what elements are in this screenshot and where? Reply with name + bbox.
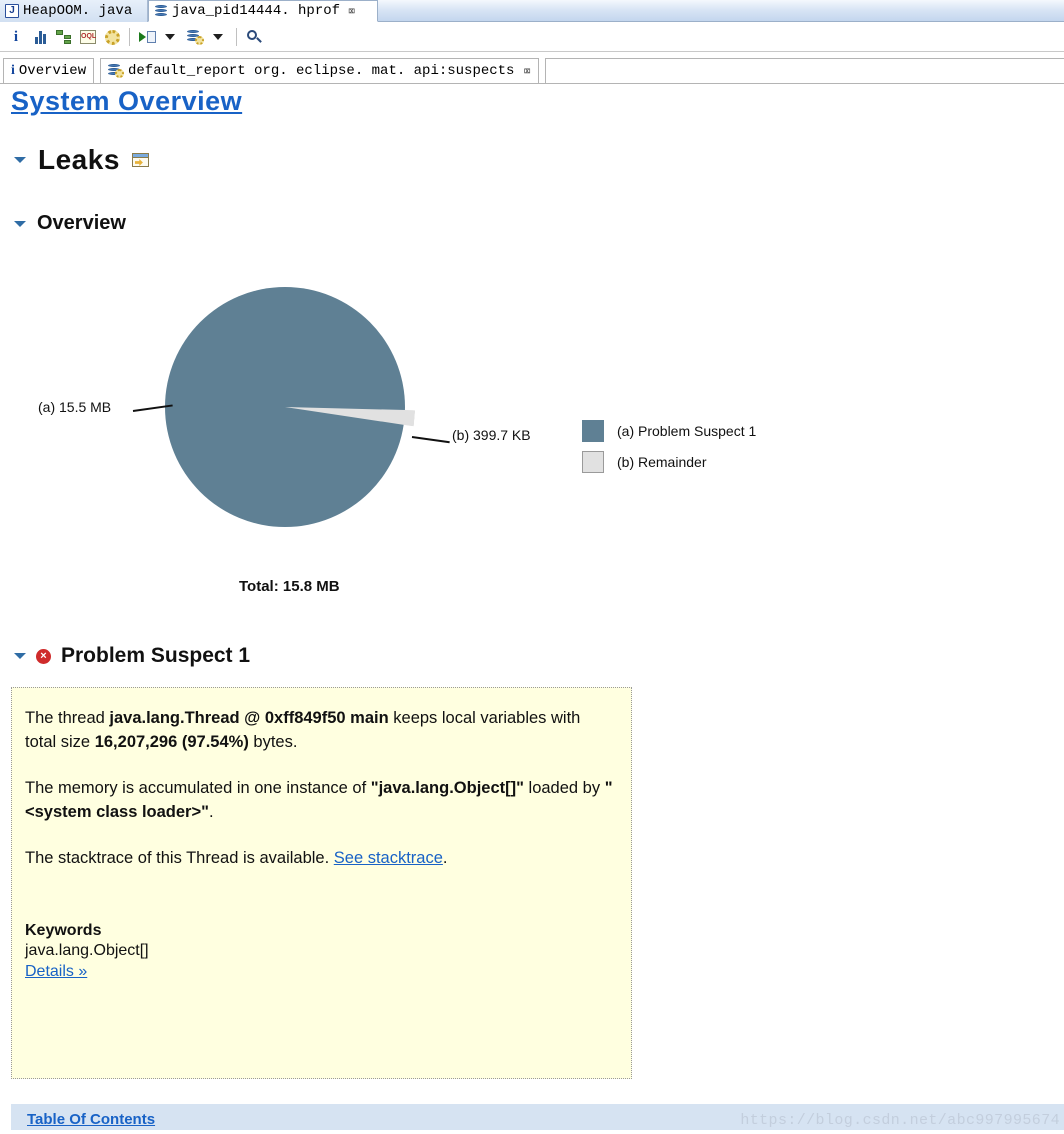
p2-post: .	[208, 803, 214, 821]
dominator-tree-icon[interactable]	[52, 25, 76, 49]
p2-mid: loaded by	[523, 779, 605, 797]
error-icon: ×	[36, 648, 51, 664]
p1-post: bytes.	[248, 733, 298, 751]
editor-toolbar: i OQL	[0, 23, 1064, 52]
section-overview[interactable]: Overview	[14, 212, 126, 235]
heap-dump-icon	[154, 4, 168, 18]
p3-post: .	[442, 849, 448, 867]
suspect-paragraph-1: The thread java.lang.Thread @ 0xff849f50…	[25, 706, 615, 754]
tab-default-report-suspects[interactable]: default_report org. eclipse. mat. api:su…	[100, 58, 539, 83]
pie-legend: (a) Problem Suspect 1 (b) Remainder	[582, 415, 756, 477]
keywords-value: java.lang.Object[]	[25, 942, 149, 959]
details-link[interactable]: Details »	[25, 963, 87, 981]
report-icon	[108, 64, 124, 78]
p1-size: 16,207,296 (97.54%)	[94, 733, 249, 751]
histogram-icon[interactable]	[28, 25, 52, 49]
suspect-paragraph-3: The stacktrace of this Thread is availab…	[25, 846, 615, 870]
overview-pie-chart: (a) 15.5 MB (b) 399.7 KB Total: 15.8 MB …	[0, 279, 860, 609]
overview-info-icon[interactable]: i	[4, 25, 28, 49]
watermark-text: https://blog.csdn.net/abc997995674	[740, 1112, 1060, 1129]
pie-slice-problem-suspect-1	[165, 287, 405, 527]
table-of-contents-link[interactable]: Table Of Contents	[27, 1111, 155, 1128]
see-stacktrace-link[interactable]: See stacktrace	[334, 849, 443, 867]
keywords-label: Keywords	[25, 922, 102, 939]
p3-pre: The stacktrace of this Thread is availab…	[25, 849, 334, 867]
editor-tab-label: java_pid14444. hprof	[172, 3, 341, 19]
page-title-link[interactable]: System Overview	[11, 86, 242, 117]
suspect-description-box: The thread java.lang.Thread @ 0xff849f50…	[11, 687, 632, 1079]
tab-label: Overview	[18, 63, 87, 79]
open-in-window-icon[interactable]	[131, 153, 149, 167]
chevron-down-icon[interactable]	[14, 653, 26, 659]
heap-dump-queries-dropdown[interactable]	[207, 25, 231, 49]
footer-bar: Table Of Contents https://blog.csdn.net/…	[11, 1104, 1064, 1130]
pie-label-a: (a) 15.5 MB	[38, 399, 112, 415]
section-overview-label: Overview	[37, 212, 126, 234]
pie-slice-remainder	[284, 399, 415, 426]
editor-tab-label: HeapOOM. java	[23, 3, 133, 19]
info-icon: i	[11, 63, 15, 78]
editor-tab-java-pid14444-hprof[interactable]: java_pid14444. hprof ⌧	[148, 0, 378, 22]
pie-label-b: (b) 399.7 KB	[452, 427, 531, 443]
search-icon[interactable]	[242, 25, 266, 49]
inspector-gear-icon[interactable]	[100, 25, 124, 49]
tab-overview[interactable]: i Overview	[3, 58, 95, 83]
report-content: System Overview Leaks Overview (a) 15.5 …	[0, 84, 1064, 1101]
legend-label: (a) Problem Suspect 1	[617, 422, 757, 439]
oql-icon[interactable]: OQL	[76, 25, 100, 49]
report-tab-filler	[545, 58, 1064, 83]
p2-class: "java.lang.Object[]"	[370, 779, 524, 797]
legend-item-remainder: (b) Remainder	[582, 446, 756, 477]
section-problem-suspect-1[interactable]: × Problem Suspect 1	[14, 644, 250, 668]
report-footer: Table Of Contents https://blog.csdn.net/…	[0, 1101, 1064, 1134]
chevron-down-icon[interactable]	[14, 220, 26, 227]
editor-tab-bar: J HeapOOM. java java_pid14444. hprof ⌧	[0, 0, 1064, 22]
toolbar-separator	[236, 28, 237, 46]
report-tab-bar: i Overview default_report org. eclipse. …	[0, 58, 1064, 84]
mat-report-window: J HeapOOM. java java_pid14444. hprof ⌧ i…	[0, 0, 1064, 1134]
editor-tab-heapoom-java[interactable]: J HeapOOM. java	[0, 0, 148, 22]
legend-swatch-icon	[582, 450, 604, 473]
toolbar-separator	[129, 28, 130, 46]
pie-total-label: Total: 15.8 MB	[239, 578, 340, 595]
run-expert-system-test-icon[interactable]	[135, 25, 159, 49]
p2-pre: The memory is accumulated in one instanc…	[25, 779, 371, 797]
run-expert-system-dropdown[interactable]	[159, 25, 183, 49]
java-file-icon: J	[5, 4, 19, 18]
chevron-down-icon	[165, 34, 175, 40]
close-icon[interactable]: ⌧	[348, 4, 355, 19]
p1-thread: java.lang.Thread @ 0xff849f50 main	[109, 709, 389, 727]
suspect-paragraph-2: The memory is accumulated in one instanc…	[25, 776, 615, 824]
section-problem-suspect-label: Problem Suspect 1	[61, 644, 251, 667]
tab-label: default_report org. eclipse. mat. api:su…	[128, 63, 515, 79]
legend-item-problem-suspect-1: (a) Problem Suspect 1	[582, 415, 756, 446]
chevron-down-icon[interactable]	[14, 157, 26, 163]
legend-label: (b) Remainder	[617, 453, 707, 470]
close-icon[interactable]: ⌧	[523, 64, 530, 79]
pie-leader-line-b	[411, 436, 450, 444]
p1-pre: The thread	[25, 709, 110, 727]
heap-dump-queries-icon[interactable]	[183, 25, 207, 49]
chevron-down-icon	[213, 34, 223, 40]
section-leaks-label: Leaks	[38, 144, 120, 175]
section-leaks[interactable]: Leaks	[14, 144, 149, 176]
legend-swatch-icon	[582, 419, 604, 442]
